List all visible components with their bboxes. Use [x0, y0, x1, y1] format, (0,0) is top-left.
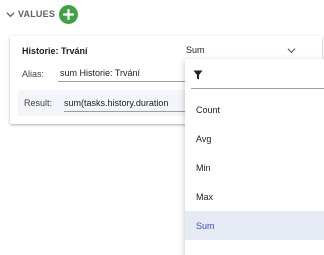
chevron-down-icon[interactable]: [6, 10, 15, 19]
values-section-header: VALUES: [6, 4, 79, 24]
option-max[interactable]: Max: [185, 182, 324, 211]
aggregation-select[interactable]: Sum: [186, 40, 298, 60]
aggregation-value: Sum: [186, 45, 205, 55]
aggregation-dropdown: Count Avg Min Max Sum: [185, 59, 324, 255]
alias-label: Alias:: [22, 69, 45, 79]
field-name: Historie: Trvání: [22, 46, 88, 56]
result-row: Result: sum(tasks.history.duration: [18, 90, 188, 116]
option-avg[interactable]: Avg: [185, 124, 324, 153]
dropdown-filter[interactable]: [185, 59, 324, 90]
result-value: sum(tasks.history.duration: [64, 98, 188, 112]
option-count[interactable]: Count: [185, 95, 324, 124]
chevron-down-icon: [287, 47, 296, 53]
plus-icon: [63, 8, 75, 20]
result-label: Result:: [24, 98, 53, 108]
add-value-button[interactable]: [59, 4, 79, 24]
section-title: VALUES: [18, 9, 56, 19]
option-min[interactable]: Min: [185, 153, 324, 182]
option-sum[interactable]: Sum: [185, 211, 324, 240]
filter-icon: [193, 70, 203, 79]
alias-input[interactable]: [58, 64, 188, 82]
